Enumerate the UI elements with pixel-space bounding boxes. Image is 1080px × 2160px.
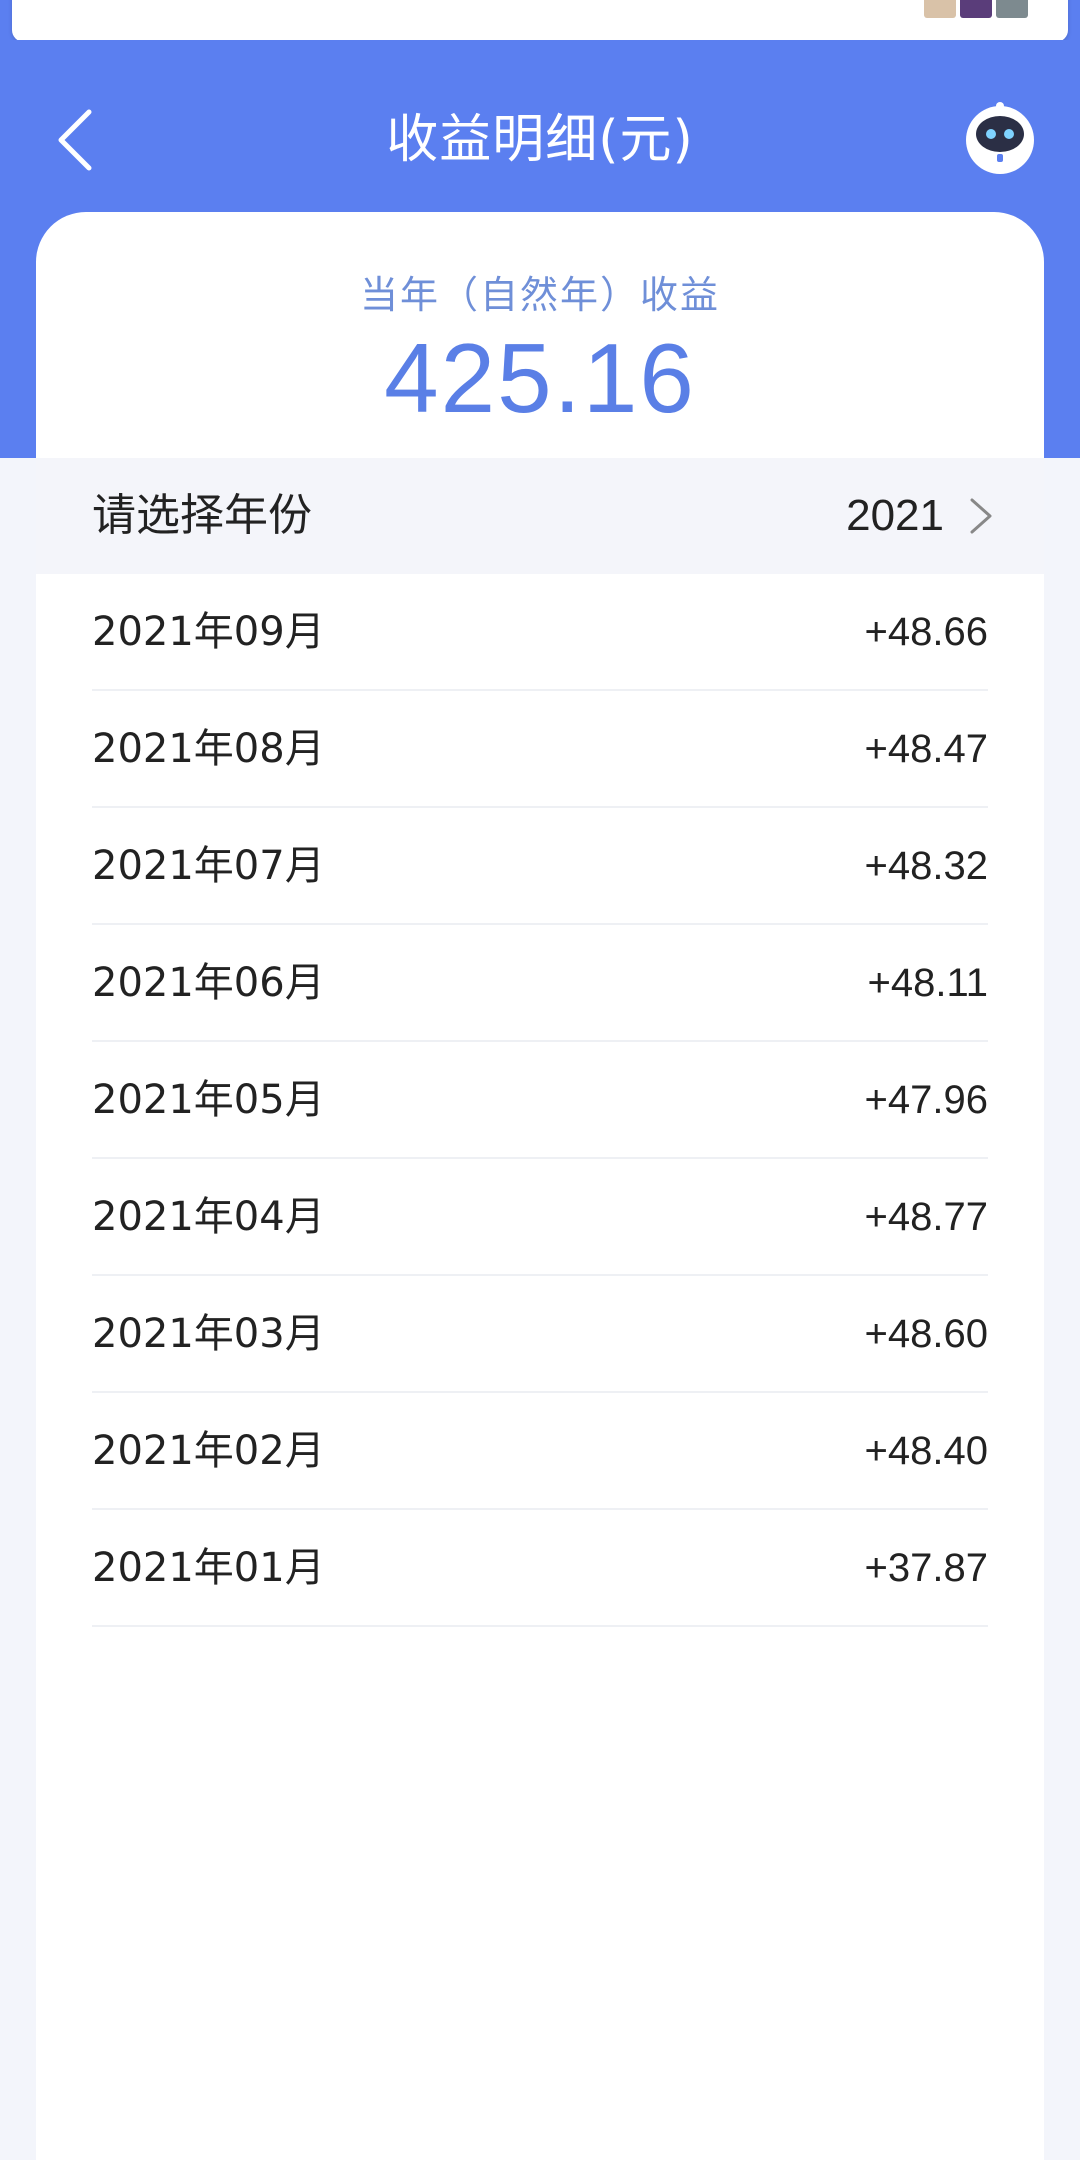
- chevron-right-icon: [970, 498, 992, 534]
- month-label: 2021年01月: [92, 1545, 325, 1591]
- list-item: 2021年06月 +48.11: [92, 925, 988, 1042]
- list-item: 2021年01月 +37.87: [92, 1510, 988, 1627]
- month-amount: +37.87: [864, 1546, 988, 1590]
- month-label: 2021年05月: [92, 1077, 325, 1123]
- thumbnail-image: [996, 0, 1028, 18]
- thumbnail-strip: [924, 0, 1028, 18]
- list-item: 2021年07月 +48.32: [92, 808, 988, 925]
- monthly-earnings-list: 2021年09月 +48.66 2021年08月 +48.47 2021年07月 +48.…: [92, 574, 988, 1627]
- earnings-card: 当年（自然年）收益 425.16 请选择年份 2021 2021年09月 +48.…: [36, 212, 1044, 2160]
- top-notification-card[interactable]: [12, 0, 1068, 42]
- month-label: 2021年03月: [92, 1311, 325, 1357]
- month-label: 2021年07月: [92, 843, 325, 889]
- month-label: 2021年02月: [92, 1428, 325, 1474]
- month-amount: +48.60: [864, 1312, 988, 1356]
- month-amount: +48.32: [864, 844, 988, 888]
- list-item: 2021年05月 +47.96: [92, 1042, 988, 1159]
- list-item: 2021年09月 +48.66: [92, 574, 988, 691]
- annual-earnings-value: 425.16: [384, 323, 696, 433]
- page-title: 收益明细(元): [386, 110, 694, 170]
- month-label: 2021年04月: [92, 1194, 325, 1240]
- month-amount: +48.77: [864, 1195, 988, 1239]
- selected-year: 2021: [846, 491, 944, 540]
- annual-earnings-label: 当年（自然年）收益: [359, 273, 720, 317]
- month-amount: +48.11: [867, 961, 989, 1005]
- month-amount: +48.40: [864, 1429, 988, 1473]
- thumbnail-image: [924, 0, 956, 18]
- list-item: 2021年03月 +48.60: [92, 1276, 988, 1393]
- month-amount: +48.66: [864, 610, 988, 654]
- assistant-button[interactable]: [960, 100, 1040, 180]
- month-label: 2021年08月: [92, 726, 325, 772]
- thumbnail-image: [960, 0, 992, 18]
- list-item: 2021年04月 +48.77: [92, 1159, 988, 1276]
- robot-icon: [966, 102, 1034, 174]
- month-amount: +48.47: [864, 727, 988, 771]
- list-item: 2021年08月 +48.47: [92, 691, 988, 808]
- year-selector-label: 请选择年份: [92, 490, 312, 541]
- month-label: 2021年09月: [92, 609, 325, 655]
- month-amount: +47.96: [864, 1078, 988, 1122]
- list-item: 2021年02月 +48.40: [92, 1393, 988, 1510]
- year-selector[interactable]: 请选择年份 2021: [36, 458, 1044, 574]
- month-label: 2021年06月: [92, 960, 325, 1006]
